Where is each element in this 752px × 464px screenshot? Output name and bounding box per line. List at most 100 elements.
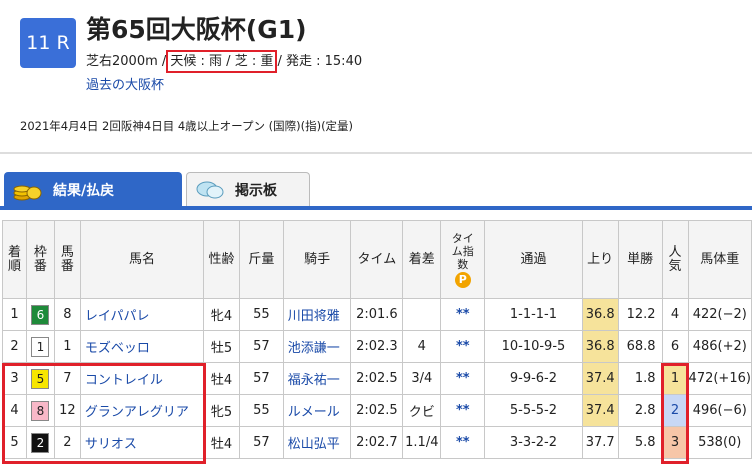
header-body-weight: 馬体重 — [687, 220, 752, 299]
table-row: 1 6 8 レイパパレ 牝4 55 川田将雅 2:01.6 ** 1-1-1-1… — [2, 298, 752, 331]
header-name: 馬名 — [79, 220, 205, 299]
popularity-cell: 4 — [661, 298, 689, 331]
passing-cell: 10-10-9-5 — [484, 330, 583, 363]
header-time: タイム — [350, 220, 404, 299]
time-index-label: タイム指数 — [451, 231, 474, 271]
rank-cell: 2 — [2, 330, 27, 363]
tab-strip — [0, 206, 752, 210]
weight-cell: 57 — [238, 362, 284, 395]
jockey-link[interactable]: 池添謙一 — [282, 330, 352, 363]
chat-bubble-icon — [196, 181, 224, 199]
jockey-link[interactable]: 福永祐一 — [282, 362, 352, 395]
results-table: 着順 枠番 馬番 馬名 性齢 斤量 騎手 タイム 着差 タイム指数 P 通過 上… — [2, 220, 752, 459]
waku-cell: 1 — [25, 330, 55, 363]
agari-cell: 37.4 — [581, 362, 619, 395]
table-row: 5 2 2 サリオス 牡4 57 松山弘平 2:02.7 1.1/4 ** 3-… — [2, 426, 752, 459]
time-cell: 2:01.6 — [350, 298, 404, 331]
tab-board[interactable]: 掲示板 — [186, 172, 310, 207]
header-agari: 上り — [581, 220, 619, 299]
jockey-link[interactable]: 川田将雅 — [282, 298, 352, 331]
umaban-cell: 8 — [53, 298, 81, 331]
odds-cell: 68.8 — [617, 330, 663, 363]
header-jockey: 騎手 — [282, 220, 352, 299]
horse-name-link[interactable]: グランアレグリア — [79, 394, 205, 427]
time-index-cell[interactable]: ** — [440, 426, 486, 459]
header-waku: 枠番 — [25, 220, 55, 299]
margin-cell: クビ — [402, 394, 442, 427]
time-index-cell[interactable]: ** — [440, 394, 486, 427]
body-weight-cell: 422(−2) — [687, 298, 752, 331]
agari-cell: 37.7 — [581, 426, 619, 459]
divider — [0, 152, 752, 154]
margin-cell: 3/4 — [402, 362, 442, 395]
premium-p-icon[interactable]: P — [454, 271, 471, 288]
waku-cell: 6 — [25, 298, 55, 331]
passing-cell: 3-3-2-2 — [484, 426, 583, 459]
header-margin: 着差 — [402, 220, 442, 299]
passing-cell: 5-5-5-2 — [484, 394, 583, 427]
header-weight: 斤量 — [238, 220, 284, 299]
start-time: 発走 : 15:40 — [286, 54, 363, 69]
passing-cell: 1-1-1-1 — [484, 298, 583, 331]
margin-cell — [402, 298, 442, 331]
time-cell: 2:02.5 — [350, 394, 404, 427]
separator: / — [277, 54, 286, 69]
weather-track-condition: 天候 : 雨 / 芝 : 重 — [166, 50, 278, 73]
race-info: 芝右2000m / 天候 : 雨 / 芝 : 重 / 発走 : 15:40 — [86, 50, 363, 73]
odds-cell: 1.8 — [617, 362, 663, 395]
time-cell: 2:02.3 — [350, 330, 404, 363]
waku-cell: 5 — [25, 362, 55, 395]
waku-cell: 8 — [25, 394, 55, 427]
table-header-row: 着順 枠番 馬番 馬名 性齢 斤量 騎手 タイム 着差 タイム指数 P 通過 上… — [2, 220, 752, 299]
jockey-link[interactable]: 松山弘平 — [282, 426, 352, 459]
time-index-cell[interactable]: ** — [440, 330, 486, 363]
horse-name-link[interactable]: コントレイル — [79, 362, 205, 395]
umaban-cell: 7 — [53, 362, 81, 395]
header-rank: 着順 — [2, 220, 27, 299]
passing-cell: 9-9-6-2 — [484, 362, 583, 395]
weight-cell: 57 — [238, 426, 284, 459]
rank-cell: 4 — [2, 394, 27, 427]
weight-cell: 55 — [238, 298, 284, 331]
header-time-index: タイム指数 P — [440, 220, 486, 299]
sexage-cell: 牡4 — [203, 362, 240, 395]
waku-cell: 2 — [25, 426, 55, 459]
popularity-cell: 6 — [661, 330, 689, 363]
horse-name-link[interactable]: モズベッロ — [79, 330, 205, 363]
agari-cell: 36.8 — [581, 330, 619, 363]
tab-results-label: 結果/払戻 — [53, 183, 115, 199]
race-title: 第65回大阪杯(G1) — [86, 15, 307, 44]
body-weight-cell: 496(−6) — [687, 394, 752, 427]
time-cell: 2:02.5 — [350, 362, 404, 395]
race-course: 芝右2000m — [86, 54, 158, 69]
time-index-cell[interactable]: ** — [440, 298, 486, 331]
umaban-cell: 1 — [53, 330, 81, 363]
umaban-cell: 2 — [53, 426, 81, 459]
header-odds: 単勝 — [617, 220, 663, 299]
margin-cell: 4 — [402, 330, 442, 363]
past-races-link[interactable]: 過去の大阪杯 — [86, 74, 164, 93]
tab-board-label: 掲示板 — [235, 183, 277, 199]
agari-cell: 36.8 — [581, 298, 619, 331]
race-detail: 2021年4月4日 2回阪神4日目 4歳以上オープン (国際)(指)(定量) — [20, 119, 354, 133]
body-weight-cell: 472(+16) — [687, 362, 752, 395]
weight-cell: 55 — [238, 394, 284, 427]
jockey-link[interactable]: ルメール — [282, 394, 352, 427]
sexage-cell: 牝4 — [203, 298, 240, 331]
sexage-cell: 牝5 — [203, 394, 240, 427]
table-row: 4 8 12 グランアレグリア 牝5 55 ルメール 2:02.5 クビ ** … — [2, 394, 752, 427]
header-passing: 通過 — [484, 220, 583, 299]
rank-cell: 1 — [2, 298, 27, 331]
body-weight-cell: 538(0) — [687, 426, 752, 459]
header-sexage: 性齢 — [203, 220, 240, 299]
coins-icon — [13, 185, 42, 201]
tab-results[interactable]: 結果/払戻 — [4, 172, 182, 207]
time-cell: 2:02.7 — [350, 426, 404, 459]
horse-name-link[interactable]: サリオス — [79, 426, 205, 459]
rank-cell: 3 — [2, 362, 27, 395]
horse-name-link[interactable]: レイパパレ — [79, 298, 205, 331]
time-index-cell[interactable]: ** — [440, 362, 486, 395]
rank-cell: 5 — [2, 426, 27, 459]
odds-cell: 2.8 — [617, 394, 663, 427]
popularity-cell: 1 — [661, 362, 689, 395]
